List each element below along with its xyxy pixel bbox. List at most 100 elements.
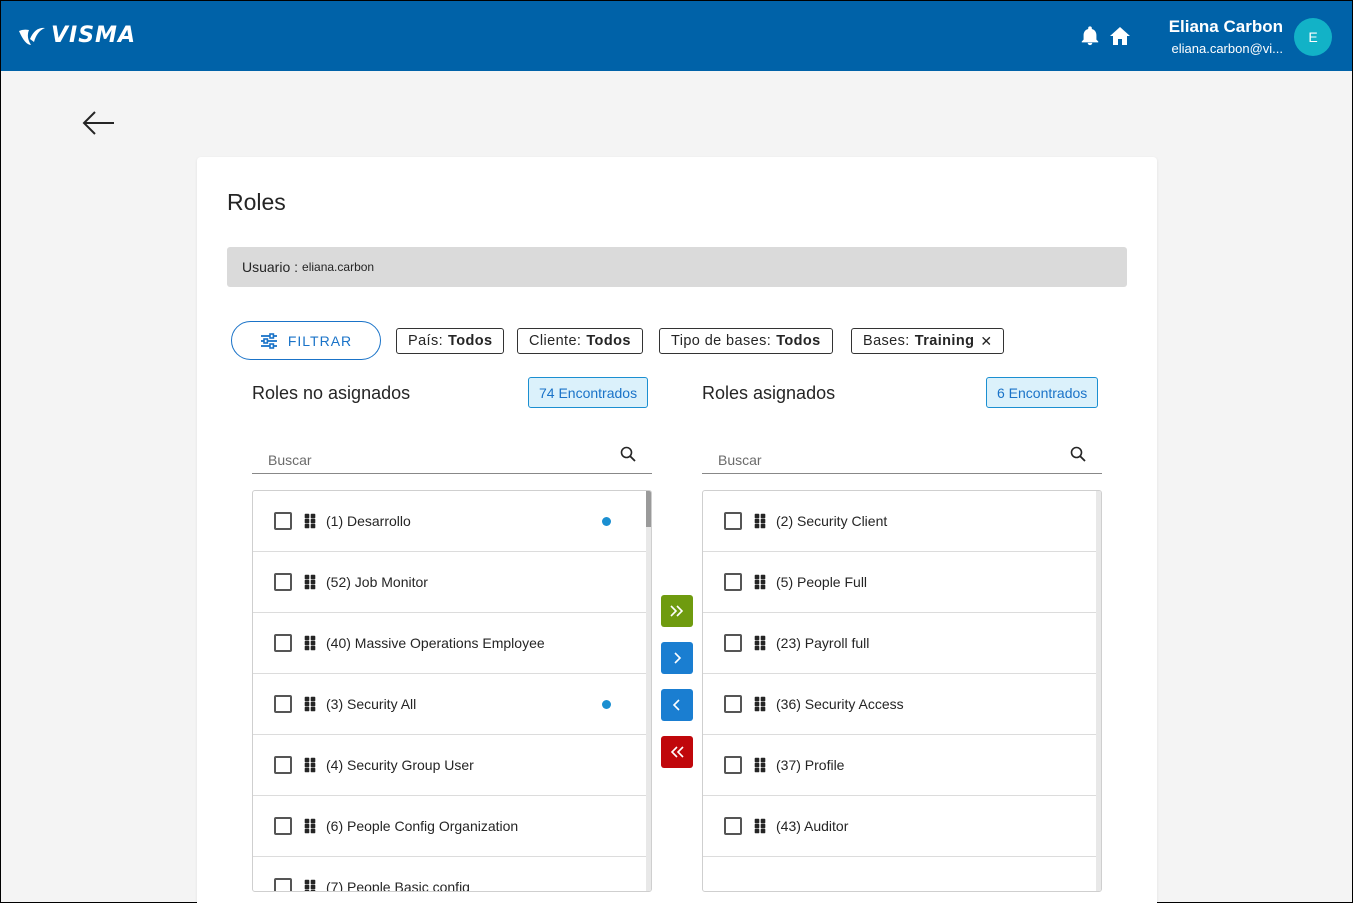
avatar[interactable]: E: [1294, 18, 1332, 56]
role-list-item[interactable]: (3) Security All: [253, 674, 651, 735]
role-checkbox[interactable]: [274, 878, 292, 891]
unassigned-list: (1) Desarrollo (52) Job Monitor (40) Massi…: [252, 490, 652, 892]
move-left-button[interactable]: [661, 689, 693, 721]
search-icon[interactable]: [1070, 446, 1086, 462]
role-label: (6) People Config Organization: [326, 818, 519, 834]
drag-handle-icon[interactable]: [304, 879, 316, 892]
double-chevron-right-icon: [670, 605, 684, 617]
visma-logo[interactable]: VISMA: [17, 23, 136, 48]
drag-handle-icon[interactable]: [754, 635, 766, 651]
role-label: (37) Profile: [776, 757, 845, 773]
role-checkbox[interactable]: [724, 756, 742, 774]
roles-card: Roles Usuario : eliana.carbon FILTRAR Pa…: [197, 157, 1157, 903]
move-all-right-button[interactable]: [661, 595, 693, 627]
role-list-item[interactable]: (1) Desarrollo: [253, 491, 651, 552]
top-bar: VISMA Eliana Carbon eliana.carbon@vi... …: [1, 1, 1352, 71]
filter-button[interactable]: FILTRAR: [231, 321, 381, 360]
scrollbar-track[interactable]: [1096, 491, 1101, 891]
role-checkbox[interactable]: [724, 634, 742, 652]
drag-handle-icon[interactable]: [754, 513, 766, 529]
drag-handle-icon[interactable]: [304, 818, 316, 834]
role-list-item[interactable]: (37) Profile: [703, 735, 1101, 796]
unassigned-count-badge: 74 Encontrados: [528, 377, 649, 408]
role-label: (52) Job Monitor: [326, 574, 428, 590]
role-checkbox[interactable]: [724, 695, 742, 713]
chip-value: Todos: [586, 333, 631, 349]
role-checkbox[interactable]: [274, 512, 292, 530]
role-list-item[interactable]: (52) Job Monitor: [253, 552, 651, 613]
user-bar: Usuario : eliana.carbon: [227, 247, 1127, 287]
drag-handle-icon[interactable]: [304, 635, 316, 651]
search-icon[interactable]: [620, 446, 636, 462]
drag-handle-icon[interactable]: [754, 696, 766, 712]
role-list-item[interactable]: (40) Massive Operations Employee: [253, 613, 651, 674]
brand-name: VISMA: [51, 23, 136, 48]
move-all-left-button[interactable]: [661, 736, 693, 768]
chip-value: Todos: [448, 333, 493, 349]
double-chevron-left-icon: [670, 746, 684, 758]
drag-handle-icon[interactable]: [304, 574, 316, 590]
status-dot-icon: [602, 700, 611, 709]
role-checkbox[interactable]: [724, 817, 742, 835]
user-email: eliana.carbon@vi...: [1171, 41, 1283, 56]
sliders-icon: [260, 332, 277, 349]
role-checkbox[interactable]: [274, 634, 292, 652]
role-label: (3) Security All: [326, 696, 417, 712]
user-name: Eliana Carbon: [1168, 17, 1283, 36]
filter-chip-bases[interactable]: Bases: Training ✕: [851, 328, 1005, 354]
chevron-left-icon: [672, 699, 680, 711]
role-label: (1) Desarrollo: [326, 513, 411, 529]
role-checkbox[interactable]: [274, 695, 292, 713]
role-list-item[interactable]: (6) People Config Organization: [253, 796, 651, 857]
assigned-count-badge: 6 Encontrados: [986, 377, 1099, 408]
user-info[interactable]: Eliana Carbon eliana.carbon@vi...: [1161, 17, 1283, 56]
unassigned-title: Roles no asignados: [252, 383, 411, 403]
role-checkbox[interactable]: [274, 756, 292, 774]
role-label: (5) People Full: [776, 574, 868, 590]
chip-value: Training: [914, 333, 975, 349]
role-checkbox[interactable]: [274, 817, 292, 835]
role-label: (4) Security Group User: [326, 757, 474, 773]
drag-handle-icon[interactable]: [304, 513, 316, 529]
assigned-search: [702, 439, 1102, 474]
visma-logo-mark-icon: [19, 27, 45, 45]
scrollbar-thumb[interactable]: [646, 491, 651, 527]
role-list-item[interactable]: (2) Security Client: [703, 491, 1101, 552]
chip-key: Bases:: [863, 333, 910, 349]
back-arrow-icon[interactable]: [81, 109, 115, 137]
bell-icon[interactable]: [1079, 25, 1101, 47]
home-icon[interactable]: [1108, 24, 1132, 48]
role-label: (2) Security Client: [776, 513, 888, 529]
unassigned-search: [252, 439, 652, 474]
role-list-item[interactable]: (5) People Full: [703, 552, 1101, 613]
drag-handle-icon[interactable]: [304, 696, 316, 712]
move-right-button[interactable]: [661, 642, 693, 674]
drag-handle-icon[interactable]: [754, 757, 766, 773]
assigned-search-input[interactable]: [702, 439, 1062, 473]
role-label: (43) Auditor: [776, 818, 849, 834]
assigned-title: Roles asignados: [702, 383, 836, 403]
role-list-item[interactable]: (43) Auditor: [703, 796, 1101, 857]
chip-remove-icon[interactable]: ✕: [980, 333, 992, 350]
unassigned-search-input[interactable]: [252, 439, 612, 473]
user-label: Usuario :: [242, 259, 299, 275]
user-value: eliana.carbon: [302, 260, 375, 274]
chip-key: Tipo de bases:: [671, 333, 772, 349]
status-dot-icon: [602, 517, 611, 526]
role-checkbox[interactable]: [274, 573, 292, 591]
page-title: Roles: [227, 189, 286, 215]
drag-handle-icon[interactable]: [754, 818, 766, 834]
filter-chip-tipo-bases[interactable]: Tipo de bases: Todos: [659, 328, 833, 354]
filter-chip-cliente[interactable]: Cliente: Todos: [517, 328, 643, 354]
filter-chip-pais[interactable]: País: Todos: [396, 328, 505, 354]
drag-handle-icon[interactable]: [304, 757, 316, 773]
role-checkbox[interactable]: [724, 512, 742, 530]
role-list-item[interactable]: (36) Security Access: [703, 674, 1101, 735]
role-label: (23) Payroll full: [776, 635, 870, 651]
role-list-item[interactable]: (7) People Basic config: [253, 857, 651, 892]
drag-handle-icon[interactable]: [754, 574, 766, 590]
role-list-item[interactable]: (23) Payroll full: [703, 613, 1101, 674]
role-checkbox[interactable]: [724, 573, 742, 591]
role-list-item[interactable]: (4) Security Group User: [253, 735, 651, 796]
scrollbar-track[interactable]: [646, 491, 651, 891]
